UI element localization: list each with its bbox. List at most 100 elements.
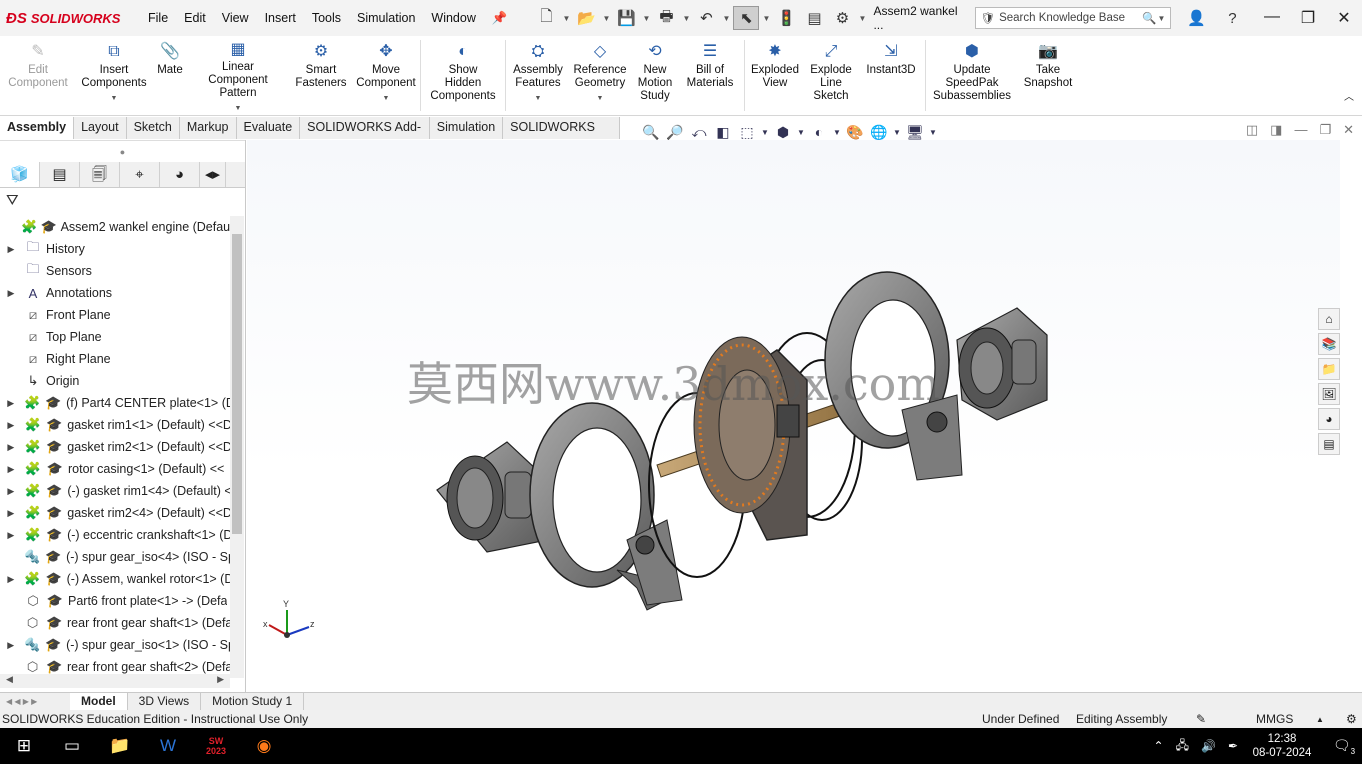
tree-item[interactable]: 🔩 🎓 (-) spur gear_iso<4> (ISO - Sp xyxy=(0,546,230,568)
user-account-icon[interactable]: 👤 xyxy=(1183,6,1209,30)
tab-layout[interactable]: Layout xyxy=(74,117,127,139)
tree-item[interactable]: ⧄ Right Plane xyxy=(0,348,230,370)
undo-icon[interactable]: ↶ xyxy=(693,6,719,30)
rebuild-status-icon[interactable]: ✎ xyxy=(1196,712,1226,726)
notifications-icon[interactable]: 🗨3 xyxy=(1326,737,1362,756)
chevron-down-icon[interactable]: ▼ xyxy=(597,92,604,105)
chevron-down-icon[interactable]: ▼ xyxy=(535,92,542,105)
appearances-icon[interactable]: ◕ xyxy=(1318,408,1340,430)
chevron-up-icon[interactable]: ▲ xyxy=(1316,715,1346,724)
close-icon[interactable]: ✕ xyxy=(1326,8,1362,28)
chevron-down-icon[interactable]: ▼ xyxy=(892,128,902,137)
expand-arrow-icon[interactable]: ▶ xyxy=(0,530,22,541)
chevron-down-icon[interactable]: ▼ xyxy=(641,14,651,23)
tree-item[interactable]: ⬡ 🎓 Part6 front plate<1> -> (Defa xyxy=(0,590,230,612)
tree-item[interactable]: ▶ 🧩 🎓 (f) Part4 CENTER plate<1> (D xyxy=(0,392,230,414)
chevron-down-icon[interactable]: ▼ xyxy=(111,92,118,105)
select-icon[interactable]: ⬉ xyxy=(733,6,760,30)
volume-icon[interactable]: 🔊 xyxy=(1201,739,1216,753)
collapse-ribbon-icon[interactable]: ︿ xyxy=(1336,36,1362,115)
graphics-area[interactable]: 莫西网www.3dmox.com Y x z ⌂ 📚 📁 🖼 ◕ ▤ xyxy=(247,140,1340,692)
move-component-button[interactable]: ✥ Move Component ▼ xyxy=(354,36,418,115)
scroll-right-icon[interactable]: ▶ xyxy=(217,674,224,688)
display-manager-tab-icon[interactable]: ◕ xyxy=(160,162,200,187)
tree-item[interactable]: ▶ 🧩 🎓 gasket rim2<4> (Default) <<D xyxy=(0,502,230,524)
view-palette-icon[interactable]: 🖼 xyxy=(1318,383,1340,405)
minimize-icon[interactable]: — xyxy=(1254,8,1290,28)
expand-arrow-icon[interactable]: ▶ xyxy=(0,244,22,255)
expand-arrow-icon[interactable]: ▶ xyxy=(0,464,22,475)
dimxpert-tab-icon[interactable]: ⌖ xyxy=(120,162,160,187)
search-input[interactable]: 🛡 Search Knowledge Base 🔍 ▼ xyxy=(975,7,1172,29)
view-orientation-icon[interactable]: ⬢ xyxy=(772,124,794,141)
bill-of-materials-button[interactable]: ☰ Bill of Materials xyxy=(678,36,742,115)
zoom-to-area-icon[interactable]: 🔎 xyxy=(664,124,686,141)
file-properties-icon[interactable]: ▤ xyxy=(801,6,827,30)
chevron-down-icon[interactable]: ▼ xyxy=(1156,14,1166,23)
zoom-to-fit-icon[interactable]: 🔍 xyxy=(640,124,662,141)
design-library-icon[interactable]: 📚 xyxy=(1318,333,1340,355)
chevron-down-icon[interactable]: ▼ xyxy=(857,14,867,23)
tabs-scroll-icon[interactable]: ◂▸ xyxy=(200,162,226,187)
tree-item[interactable]: ▶ 🔩 🎓 (-) spur gear_iso<1> (ISO - Sp xyxy=(0,634,230,656)
help-icon[interactable]: ? xyxy=(1219,6,1245,30)
tree-item[interactable]: ▶ 🧩 🎓 (-) Assem, wankel rotor<1> (D xyxy=(0,568,230,590)
display-style-icon[interactable]: ◐ xyxy=(808,124,830,140)
menu-item-window[interactable]: Window xyxy=(423,11,483,26)
search-icon[interactable]: 🔍 xyxy=(1142,11,1156,25)
firefox-icon[interactable]: ◉ xyxy=(240,736,288,756)
mate-button[interactable]: 📎 Mate xyxy=(152,36,188,115)
chevron-down-icon[interactable]: ▼ xyxy=(796,128,806,137)
apply-scene-icon[interactable]: 🌐 xyxy=(868,124,890,141)
clock[interactable]: 12:38 08-07-2024 xyxy=(1250,732,1314,760)
menu-item-file[interactable]: File xyxy=(140,11,176,26)
chevron-up-icon[interactable]: ⌃ xyxy=(1154,739,1164,753)
solidworks-2023-icon[interactable]: SW 2023 xyxy=(192,736,240,756)
view-settings-icon[interactable]: 🖥 xyxy=(904,124,926,141)
menu-item-view[interactable]: View xyxy=(214,11,257,26)
bottom-tab-motion-study-1[interactable]: Motion Study 1 xyxy=(201,693,305,710)
configuration-manager-tab-icon[interactable]: 🗐 xyxy=(80,162,120,187)
expand-arrow-icon[interactable]: ▶ xyxy=(0,442,22,453)
chevron-down-icon[interactable]: ▼ xyxy=(235,102,242,115)
expand-arrow-icon[interactable]: ▶ xyxy=(0,398,21,409)
previous-view-icon[interactable]: ⤺ xyxy=(688,124,710,141)
windows-start-icon[interactable]: ⊞ xyxy=(0,736,48,756)
edit-appearance-icon[interactable]: 🎨 xyxy=(844,124,866,141)
tab-solidworks-add-ins[interactable]: SOLIDWORKS Add-Ins xyxy=(300,117,430,155)
save-icon[interactable]: 💾 xyxy=(613,6,639,30)
tree-item[interactable]: ↳ Origin xyxy=(0,370,230,392)
viewport-minimize-icon[interactable]: — xyxy=(1294,122,1307,138)
explode-line-sketch-button[interactable]: ⤢ Explode Line Sketch xyxy=(803,36,859,115)
tree-item[interactable]: ▶ 🧩 🎓 gasket rim2<1> (Default) <<D xyxy=(0,436,230,458)
tab-sketch[interactable]: Sketch xyxy=(126,117,180,139)
rebuild-icon[interactable]: 🚦 xyxy=(773,6,799,30)
scrollbar-thumb[interactable] xyxy=(232,234,242,534)
chevron-down-icon[interactable]: ▼ xyxy=(761,14,771,23)
tree-item[interactable]: ⬡ 🎓 rear front gear shaft<1> (Defa xyxy=(0,612,230,634)
expand-arrow-icon[interactable]: ▶ xyxy=(0,486,22,497)
assembly-features-button[interactable]: ⛭ Assembly Features ▼ xyxy=(508,36,568,115)
print-icon[interactable]: 🖶 xyxy=(653,6,679,30)
right-end-cover[interactable] xyxy=(956,307,1048,421)
tree-item[interactable]: ▶ 🗀 History xyxy=(0,238,230,260)
tab-markup[interactable]: Markup xyxy=(179,117,237,139)
split-left-icon[interactable]: ◫ xyxy=(1246,122,1258,138)
expand-arrow-icon[interactable]: ▶ xyxy=(0,420,22,431)
tree-item[interactable]: ⧄ Top Plane xyxy=(0,326,230,348)
chevron-down-icon[interactable]: ▼ xyxy=(561,14,571,23)
menu-item-insert[interactable]: Insert xyxy=(257,11,304,26)
exploded-view-button[interactable]: ✸ Exploded View xyxy=(747,36,803,115)
take-snapshot-button[interactable]: 📷 Take Snapshot xyxy=(1016,36,1080,115)
chevron-down-icon[interactable]: ▼ xyxy=(721,14,731,23)
expand-arrow-icon[interactable]: ▶ xyxy=(0,640,21,651)
filter-icon[interactable]: ⛛ xyxy=(0,188,245,214)
custom-properties-icon[interactable]: ▤ xyxy=(1318,433,1340,455)
panel-grip-icon[interactable]: ● xyxy=(0,140,245,162)
expand-arrow-icon[interactable]: ▶ xyxy=(0,508,22,519)
tree-item[interactable]: ▶ 🧩 🎓 (-) eccentric crankshaft<1> (D xyxy=(0,524,230,546)
solidworks-logo[interactable]: ƉS SOLIDWORKS xyxy=(0,10,140,27)
tree-vertical-scrollbar[interactable] xyxy=(230,216,244,678)
new-document-icon[interactable]: 🗋 xyxy=(533,6,559,30)
bottom-tab-model[interactable]: Model xyxy=(70,693,128,710)
